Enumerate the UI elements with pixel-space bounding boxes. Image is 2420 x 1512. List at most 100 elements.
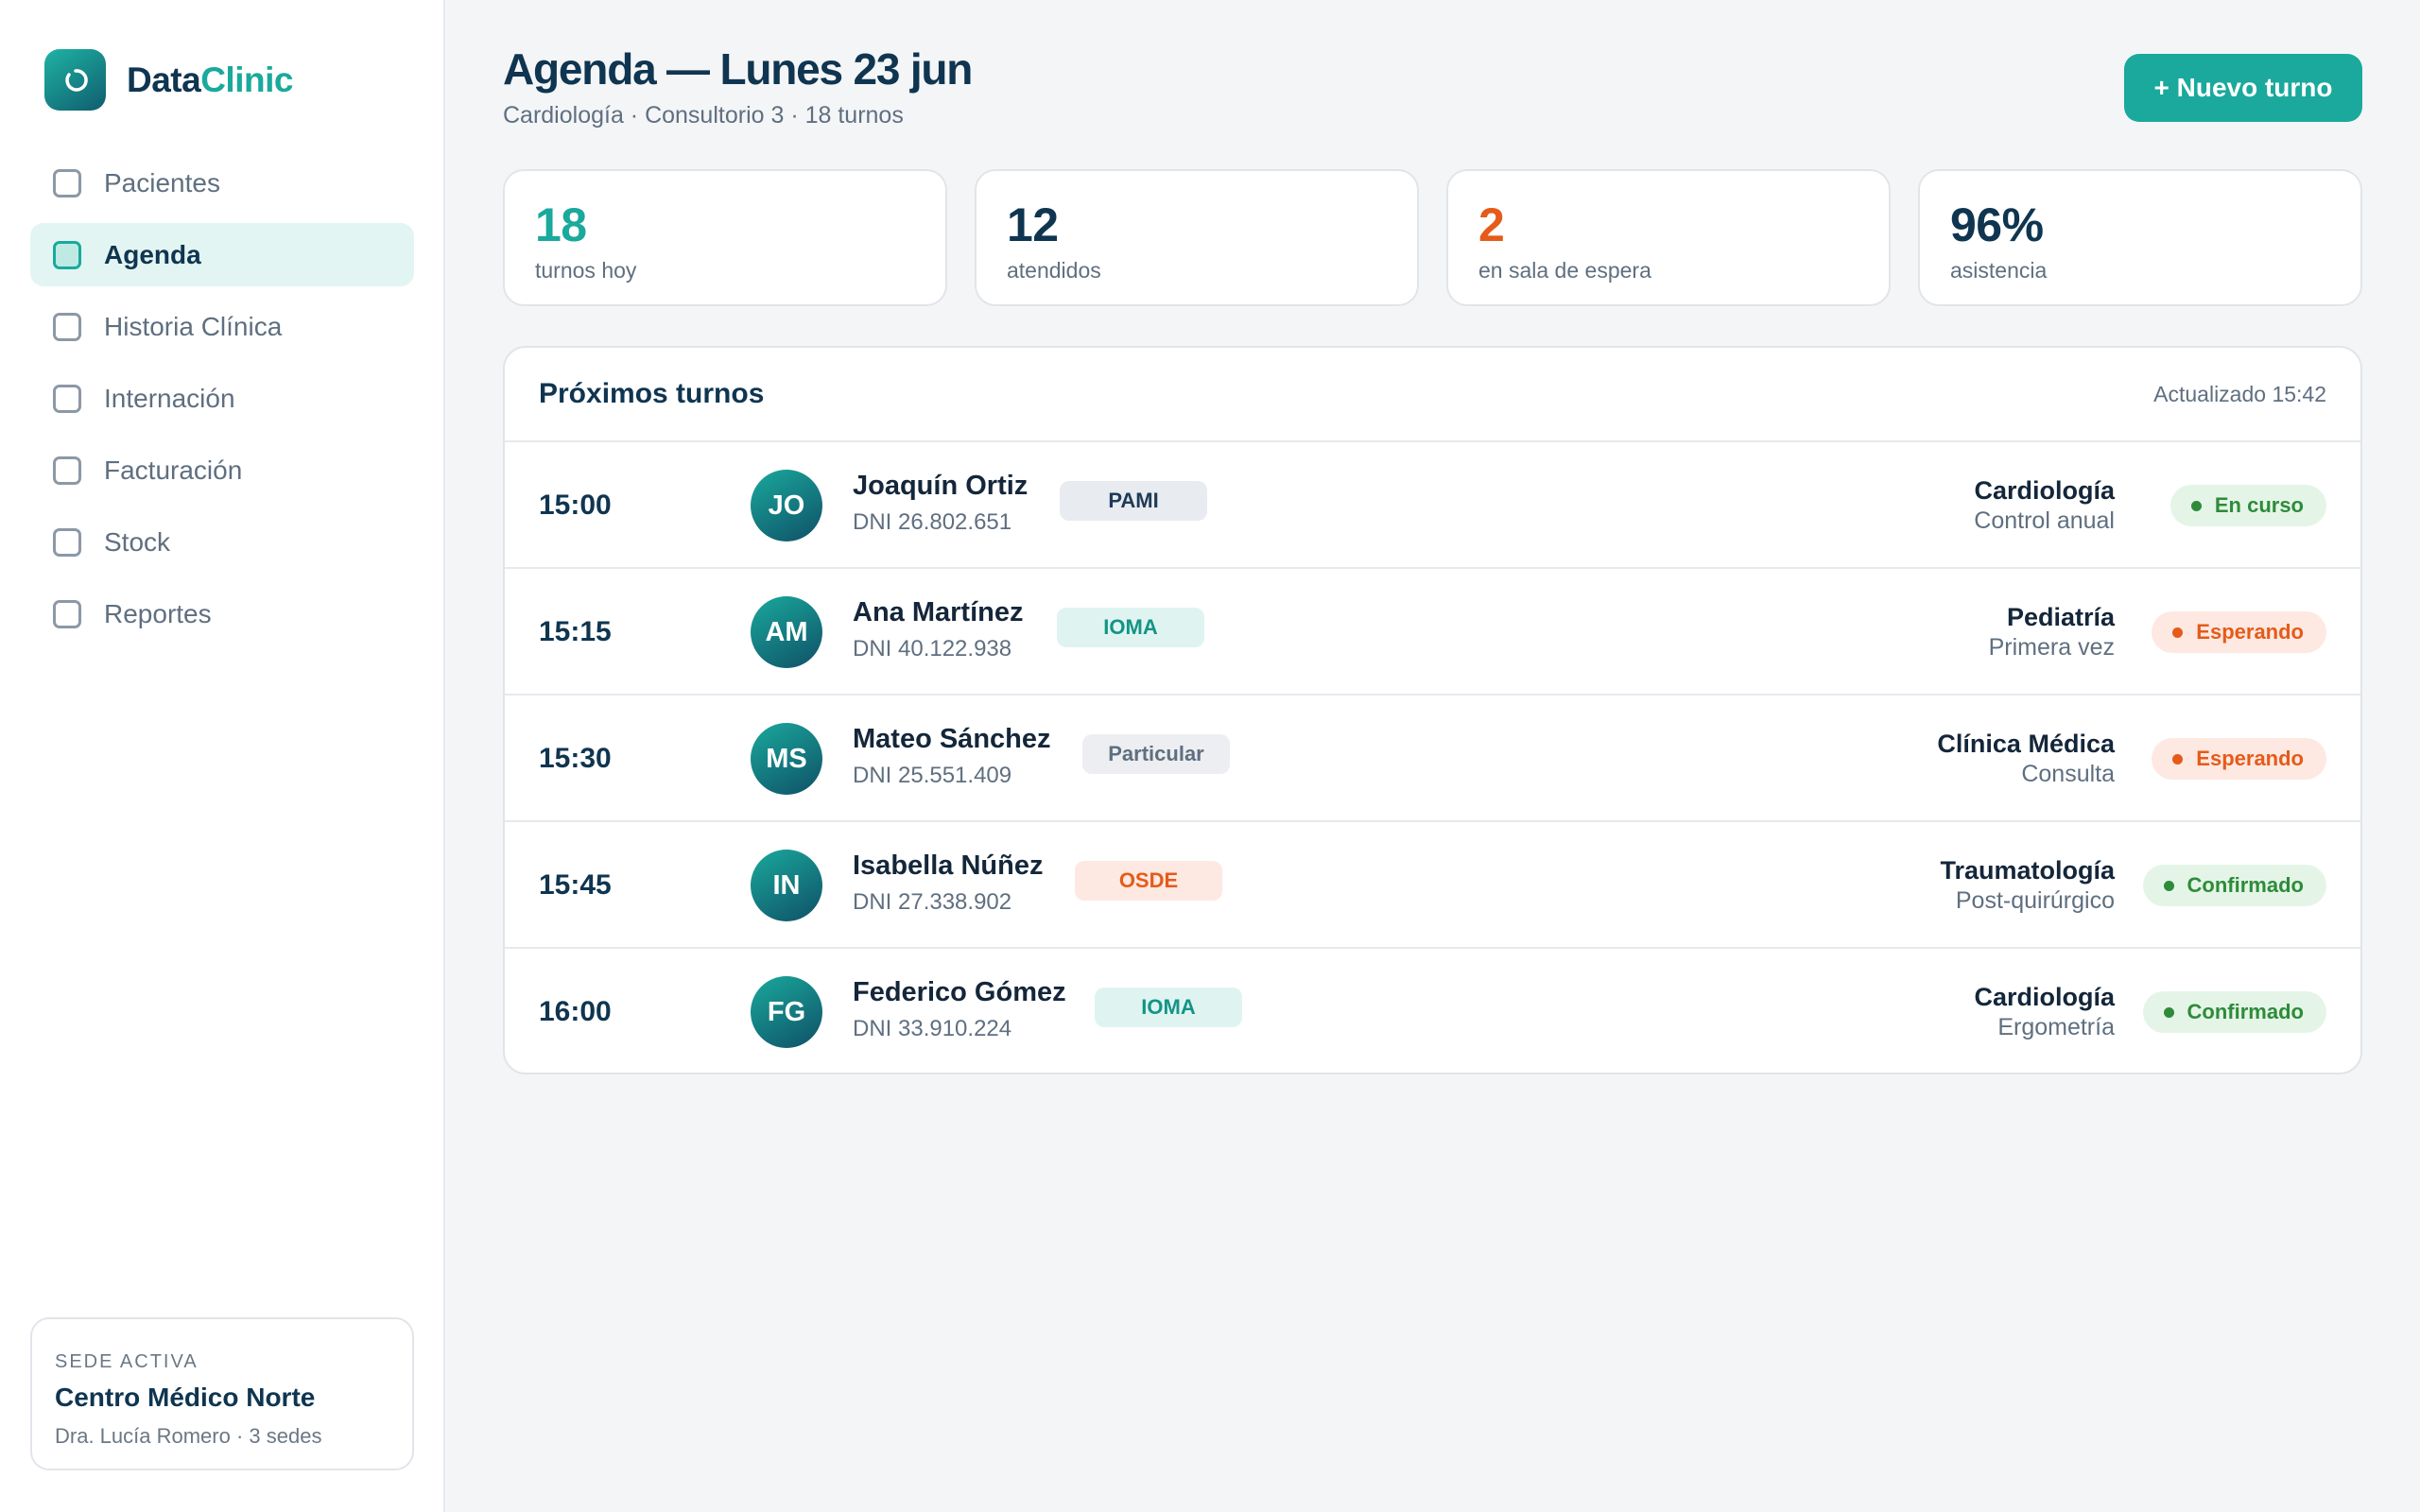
status-dot-icon — [2163, 1006, 2174, 1018]
sidebar-item-reportes[interactable]: Reportes — [30, 582, 414, 645]
specialty-name: Cardiología — [1974, 476, 2115, 505]
brand-name-part1: Data — [127, 60, 201, 99]
patient-dni: DNI 26.802.651 — [853, 509, 1012, 535]
brand[interactable]: DataClinic — [44, 49, 293, 111]
visit-type: Post-quirúrgico — [1955, 887, 2115, 914]
status-badge: Esperando — [2152, 738, 2326, 780]
insurance-badge: Particular — [1082, 734, 1230, 774]
patient-name: Joaquín Ortiz — [853, 471, 1028, 501]
specialty-name: Cardiología — [1974, 983, 2115, 1011]
checkbox-icon — [53, 384, 81, 413]
stat-card-asistencia: 96% asistencia — [1918, 169, 2362, 306]
appointment-time: 15:30 — [539, 743, 612, 774]
specialty-name: Clínica Médica — [1937, 730, 2115, 758]
status-dot-icon — [2163, 880, 2174, 891]
appointments-panel: Próximos turnos Actualizado 15:42 15:00 … — [503, 346, 2362, 1074]
stat-value: 12 — [1007, 198, 1059, 251]
patient-name: Ana Martínez — [853, 597, 1024, 627]
avatar: JO — [751, 470, 822, 541]
stat-label: atendidos — [1007, 258, 1101, 283]
checkbox-icon — [53, 312, 81, 341]
sidebar-item-facturacion[interactable]: Facturación — [30, 438, 414, 502]
patient-dni: DNI 25.551.409 — [853, 763, 1012, 788]
appointment-time: 15:45 — [539, 869, 612, 901]
checkbox-icon — [53, 168, 81, 198]
sidebar-item-historia-clinica[interactable]: Historia Clínica — [30, 295, 414, 358]
panel-title: Próximos turnos — [539, 378, 765, 409]
status-dot-icon — [2190, 500, 2202, 511]
sidebar-item-label: Reportes — [104, 598, 212, 628]
site-subtitle: Dra. Lucía Romero · 3 sedes — [55, 1424, 322, 1448]
insurance-badge: PAMI — [1060, 481, 1207, 521]
checkbox-icon — [53, 455, 81, 485]
sidebar-item-pacientes[interactable]: Pacientes — [30, 151, 414, 215]
appointment-row[interactable]: 15:45 IN Isabella Núñez DNI 27.338.902 O… — [505, 822, 2360, 949]
specialty: Cardiología Control anual — [1974, 476, 2115, 535]
sidebar-item-label: Agenda — [104, 239, 201, 269]
insurance-badge: IOMA — [1057, 608, 1204, 647]
patient-info: Mateo Sánchez DNI 25.551.409 — [853, 724, 1051, 789]
patient-name: Mateo Sánchez — [853, 724, 1051, 754]
new-appointment-button[interactable]: + Nuevo turno — [2124, 54, 2362, 122]
sidebar-item-label: Internación — [104, 383, 235, 413]
sidebar-nav: Pacientes Agenda Historia Clínica Intern… — [30, 151, 414, 654]
appointment-row[interactable]: 16:00 FG Federico Gómez DNI 33.910.224 I… — [505, 949, 2360, 1073]
page-title: Agenda — Lunes 23 jun — [503, 44, 973, 94]
stat-value: 18 — [535, 198, 587, 251]
visit-type: Primera vez — [1988, 634, 2115, 661]
patient-dni: DNI 40.122.938 — [853, 636, 1012, 662]
specialty-name: Pediatría — [2006, 603, 2115, 631]
sidebar-item-label: Historia Clínica — [104, 311, 283, 341]
panel-header: Próximos turnos Actualizado 15:42 — [505, 348, 2360, 442]
site-name: Centro Médico Norte — [55, 1383, 316, 1412]
status-label: Esperando — [2196, 620, 2304, 644]
avatar: FG — [751, 976, 822, 1048]
sidebar-item-label: Stock — [104, 526, 171, 557]
last-updated: Actualizado 15:42 — [2153, 381, 2326, 406]
sidebar-item-stock[interactable]: Stock — [30, 510, 414, 574]
sidebar-item-label: Pacientes — [104, 167, 220, 198]
appointment-row[interactable]: 15:15 AM Ana Martínez DNI 40.122.938 IOM… — [505, 569, 2360, 696]
brand-name-part2: Clinic — [200, 60, 293, 99]
sidebar-item-internacion[interactable]: Internación — [30, 367, 414, 430]
appointment-row[interactable]: 15:30 MS Mateo Sánchez DNI 25.551.409 Pa… — [505, 696, 2360, 822]
specialty: Clínica Médica Consulta — [1937, 730, 2115, 788]
appointment-time: 15:00 — [539, 490, 612, 521]
checkbox-icon — [53, 599, 81, 628]
stat-value: 2 — [1478, 198, 1505, 251]
appointment-time: 15:15 — [539, 616, 612, 647]
status-dot-icon — [2172, 753, 2184, 765]
stat-card-turnos-hoy: 18 turnos hoy — [503, 169, 947, 306]
visit-type: Control anual — [1974, 507, 2115, 534]
patient-info: Ana Martínez DNI 40.122.938 — [853, 597, 1023, 662]
sidebar-item-label: Facturación — [104, 455, 243, 485]
status-badge: Confirmado — [2142, 991, 2326, 1033]
stat-label: turnos hoy — [535, 258, 637, 283]
patient-info: Joaquín Ortiz DNI 26.802.651 — [853, 471, 1028, 536]
page-subtitle: Cardiología · Consultorio 3 · 18 turnos — [503, 102, 904, 129]
stat-card-atendidos: 12 atendidos — [975, 169, 1419, 306]
patient-info: Isabella Núñez DNI 27.338.902 — [853, 850, 1043, 916]
avatar: AM — [751, 596, 822, 668]
status-label: Confirmado — [2187, 1000, 2304, 1023]
status-label: En curso — [2214, 493, 2304, 517]
sidebar-item-agenda[interactable]: Agenda — [30, 223, 414, 286]
appointment-time: 16:00 — [539, 996, 612, 1027]
avatar: MS — [751, 723, 822, 795]
status-label: Confirmado — [2187, 873, 2304, 897]
status-label: Esperando — [2196, 747, 2304, 770]
active-site-card[interactable]: SEDE ACTIVA Centro Médico Norte Dra. Luc… — [30, 1317, 414, 1470]
brand-name: DataClinic — [127, 60, 293, 100]
insurance-badge: IOMA — [1095, 988, 1242, 1027]
visit-type: Ergometría — [1997, 1014, 2115, 1040]
specialty: Cardiología Ergometría — [1974, 983, 2115, 1041]
refresh-arc-icon — [44, 49, 106, 111]
status-badge: En curso — [2169, 485, 2326, 526]
specialty: Traumatología Post-quirúrgico — [1940, 856, 2115, 915]
appointment-row[interactable]: 15:00 JO Joaquín Ortiz DNI 26.802.651 PA… — [505, 442, 2360, 569]
patient-name: Federico Gómez — [853, 977, 1066, 1007]
site-label: SEDE ACTIVA — [55, 1351, 199, 1372]
status-dot-icon — [2172, 627, 2184, 638]
status-badge: Confirmado — [2142, 865, 2326, 906]
insurance-badge: OSDE — [1075, 861, 1222, 901]
